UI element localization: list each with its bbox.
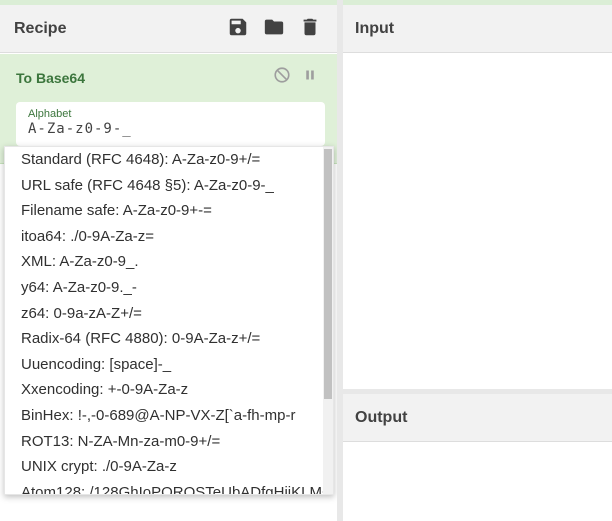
alphabet-option[interactable]: XML: A-Za-z0-9_. <box>5 249 325 275</box>
alphabet-option[interactable]: Uuencoding: [space]-_ <box>5 352 325 378</box>
alphabet-select[interactable]: Alphabet A-Za-z0-9-_ <box>16 102 325 146</box>
disable-icon[interactable] <box>273 66 291 84</box>
alphabet-option[interactable]: BinHex: !-,-0-689@A-NP-VX-Z[`a-fh-mp-r <box>5 403 325 429</box>
alphabet-options-list: Standard (RFC 4648): A-Za-z0-9+/= URL sa… <box>5 147 325 494</box>
output-header: Output <box>343 394 612 442</box>
alphabet-option[interactable]: Radix-64 (RFC 4880): 0-9A-Za-z+/= <box>5 326 325 352</box>
output-area[interactable] <box>343 442 612 521</box>
alphabet-option[interactable]: Atom128: /128GhIoPQROSTeUbADfgHijKLM+n0p… <box>5 480 325 494</box>
input-textarea[interactable] <box>343 53 612 389</box>
alphabet-option[interactable]: Xxencoding: +-0-9A-Za-z <box>5 377 325 403</box>
dropdown-scrollbar[interactable] <box>323 147 333 494</box>
alphabet-option[interactable]: Standard (RFC 4648): A-Za-z0-9+/= <box>5 147 325 173</box>
dropdown-scrollbar-thumb[interactable] <box>324 149 332 399</box>
alphabet-option[interactable]: itoa64: ./0-9A-Za-z= <box>5 224 325 250</box>
input-title: Input <box>355 20 395 37</box>
alphabet-option[interactable]: ROT13: N-ZA-Mn-za-m0-9+/= <box>5 429 325 455</box>
save-icon[interactable] <box>227 16 249 38</box>
trash-icon[interactable] <box>299 16 321 38</box>
operation-title: To Base64 <box>16 70 85 86</box>
input-panel: Input <box>343 5 612 389</box>
output-title: Output <box>355 409 408 426</box>
recipe-panel: Recipe To Base64 Alphabet A-Za-z0-9-_ St… <box>0 5 337 521</box>
output-panel: Output <box>343 394 612 521</box>
alphabet-option[interactable]: z64: 0-9a-zA-Z+/= <box>5 301 325 327</box>
divider-grip[interactable] <box>338 372 342 392</box>
alphabet-option[interactable]: y64: A-Za-z0-9._- <box>5 275 325 301</box>
folder-icon[interactable] <box>263 16 285 38</box>
pause-icon[interactable] <box>301 66 319 84</box>
alphabet-value: A-Za-z0-9-_ <box>28 121 132 137</box>
alphabet-dropdown[interactable]: Standard (RFC 4648): A-Za-z0-9+/= URL sa… <box>4 146 334 495</box>
input-header: Input <box>343 5 612 53</box>
alphabet-option[interactable]: URL safe (RFC 4648 §5): A-Za-z0-9-_ <box>5 173 325 199</box>
alphabet-label: Alphabet <box>28 108 72 120</box>
alphabet-option[interactable]: UNIX crypt: ./0-9A-Za-z <box>5 454 325 480</box>
alphabet-option[interactable]: Filename safe: A-Za-z0-9+-= <box>5 198 325 224</box>
recipe-title: Recipe <box>14 20 67 37</box>
recipe-header: Recipe <box>0 5 337 53</box>
